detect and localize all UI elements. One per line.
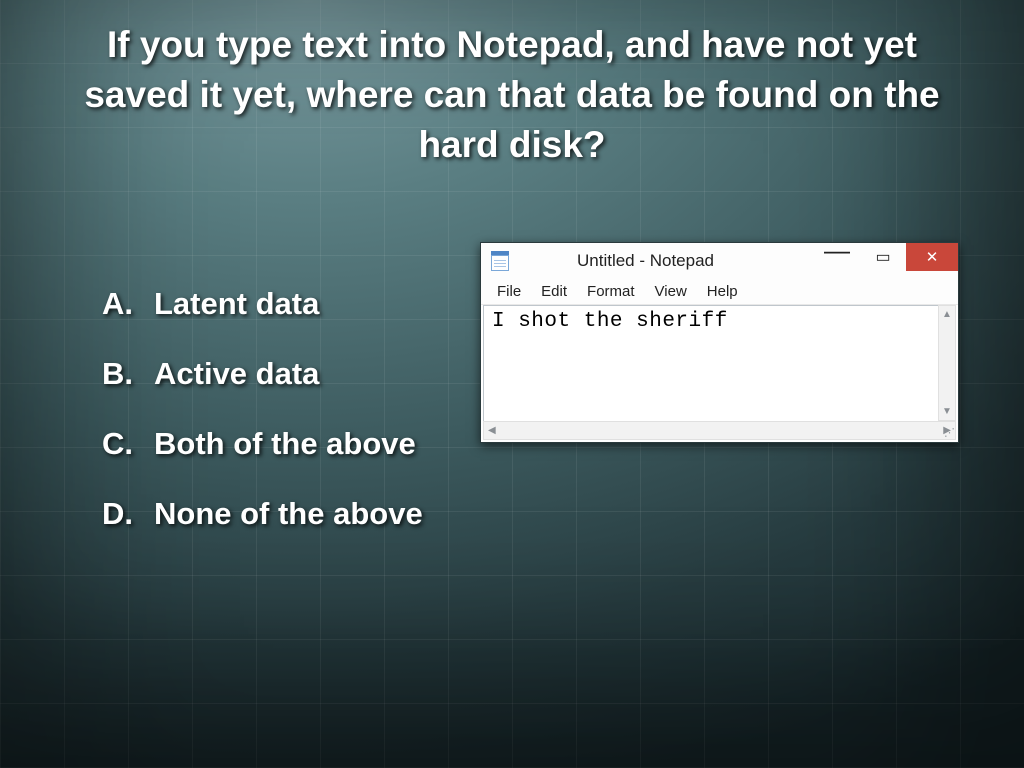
answer-text: Both of the above bbox=[154, 426, 416, 462]
resize-grip-icon[interactable]: ⋰ bbox=[941, 425, 955, 439]
menu-format[interactable]: Format bbox=[577, 283, 645, 300]
menubar: File Edit Format View Help bbox=[481, 279, 958, 305]
menu-view[interactable]: View bbox=[645, 283, 697, 300]
horizontal-scrollbar[interactable]: ◀ ▶ bbox=[483, 421, 956, 440]
close-button[interactable]: ✕ bbox=[906, 243, 958, 271]
minimize-button[interactable]: — bbox=[814, 243, 860, 271]
notepad-icon bbox=[491, 251, 509, 271]
answer-option[interactable]: B. Active data bbox=[102, 356, 423, 392]
scroll-left-icon[interactable]: ◀ bbox=[488, 425, 496, 436]
answer-letter: D. bbox=[102, 496, 154, 532]
menu-help[interactable]: Help bbox=[697, 283, 748, 300]
answer-letter: B. bbox=[102, 356, 154, 392]
vertical-scrollbar[interactable]: ▲ ▼ bbox=[938, 305, 956, 421]
answer-option[interactable]: D. None of the above bbox=[102, 496, 423, 532]
scroll-down-icon[interactable]: ▼ bbox=[942, 406, 952, 417]
answer-letter: C. bbox=[102, 426, 154, 462]
answer-text: None of the above bbox=[154, 496, 423, 532]
window-title: Untitled - Notepad bbox=[517, 251, 814, 271]
answer-letter: A. bbox=[102, 286, 154, 322]
scroll-up-icon[interactable]: ▲ bbox=[942, 309, 952, 320]
answer-text: Latent data bbox=[154, 286, 319, 322]
titlebar[interactable]: Untitled - Notepad — ▭ ✕ bbox=[481, 243, 958, 279]
menu-edit[interactable]: Edit bbox=[531, 283, 577, 300]
answer-text: Active data bbox=[154, 356, 319, 392]
text-area[interactable]: I shot the sheriff bbox=[483, 305, 956, 440]
maximize-button[interactable]: ▭ bbox=[860, 243, 906, 271]
menu-file[interactable]: File bbox=[487, 283, 531, 300]
answer-option[interactable]: C. Both of the above bbox=[102, 426, 423, 462]
notepad-window: Untitled - Notepad — ▭ ✕ File Edit Forma… bbox=[480, 242, 959, 443]
question-text: If you type text into Notepad, and have … bbox=[60, 20, 964, 170]
answer-list: A. Latent data B. Active data C. Both of… bbox=[102, 286, 423, 566]
answer-option[interactable]: A. Latent data bbox=[102, 286, 423, 322]
